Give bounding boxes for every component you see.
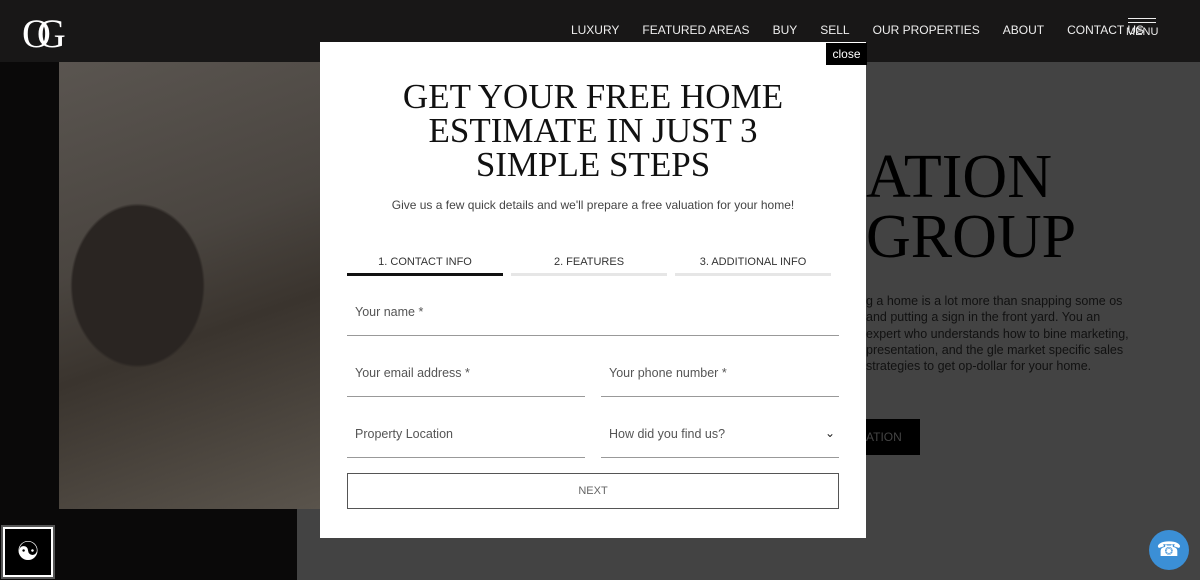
main-nav: LUXURY FEATURED AREAS BUY SELL OUR PROPE…	[571, 23, 1144, 37]
nav-sell[interactable]: SELL	[820, 23, 849, 37]
hamburger-icon	[1128, 22, 1157, 23]
staircase-photo-shade	[59, 62, 321, 509]
location-input[interactable]: Property Location	[347, 418, 585, 458]
close-button[interactable]: close	[826, 43, 867, 65]
nav-our-properties[interactable]: OUR PROPERTIES	[873, 23, 980, 37]
nav-buy[interactable]: BUY	[773, 23, 798, 37]
phone-icon[interactable]: ☎	[1149, 530, 1189, 570]
menu-label: MENU	[1126, 26, 1159, 38]
modal-subtitle: Give us a few quick details and we'll pr…	[391, 198, 795, 212]
nav-featured-areas[interactable]: FEATURED AREAS	[642, 23, 749, 37]
name-input[interactable]: Your name *	[347, 296, 839, 336]
nav-luxury[interactable]: LUXURY	[571, 23, 619, 37]
bg-heading-line-2: GROUP	[866, 203, 1077, 271]
bg-heading-line-1: ATION	[866, 143, 1052, 211]
bg-paragraph: g a home is a lot more than snapping som…	[866, 294, 1129, 374]
source-select[interactable]: How did you find us? ⌄	[601, 418, 839, 458]
tab-additional-info[interactable]: 3. ADDITIONAL INFO	[675, 256, 831, 276]
source-select-value: How did you find us?	[609, 427, 726, 441]
nav-about[interactable]: ABOUT	[1003, 23, 1044, 37]
chevron-down-icon: ⌄	[824, 426, 835, 440]
modal-title: GET YOUR FREE HOME ESTIMATE IN JUST 3 SI…	[402, 77, 784, 184]
next-button[interactable]: NEXT	[347, 473, 839, 509]
hamburger-icon	[1128, 18, 1157, 19]
step-tabs: 1. CONTACT INFO 2. FEATURES 3. ADDITIONA…	[347, 256, 831, 276]
tab-contact-info[interactable]: 1. CONTACT INFO	[347, 256, 503, 276]
tab-features[interactable]: 2. FEATURES	[511, 256, 667, 276]
email-input[interactable]: Your email address *	[347, 357, 585, 397]
estimate-modal: GET YOUR FREE HOME ESTIMATE IN JUST 3 SI…	[320, 42, 866, 538]
accessibility-icon[interactable]: ☯	[1, 525, 55, 579]
logo[interactable]: OG	[22, 10, 66, 57]
bg-cta-button[interactable]: ATION	[866, 419, 920, 455]
phone-input[interactable]: Your phone number *	[601, 357, 839, 397]
menu-button[interactable]: MENU	[1126, 18, 1158, 38]
